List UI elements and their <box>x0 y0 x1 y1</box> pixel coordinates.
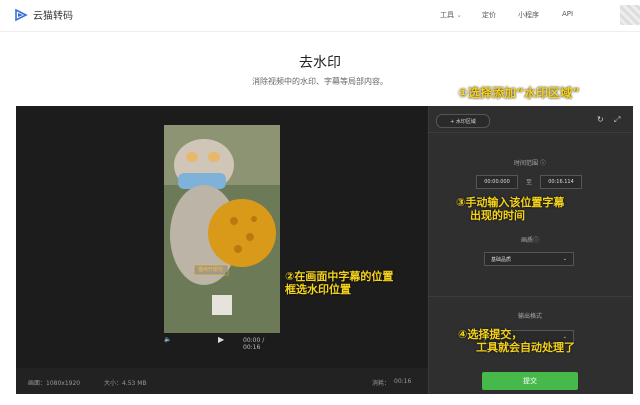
section-divider <box>428 132 632 133</box>
annotation-4: ④选择提交， 工具就会自动处理了 <box>458 328 575 355</box>
chevron-down-icon: ⌄ <box>562 256 567 262</box>
submit-button[interactable]: 提交 <box>482 372 578 390</box>
video-thumbnail <box>164 125 280 333</box>
output-format-label: 输出格式 <box>517 313 542 320</box>
logo-icon <box>15 8 28 21</box>
cost-value: 00:16 <box>394 378 412 385</box>
bottom-bar: 画面：1080x1920 大小：4.53 MB 消耗： 00:16 <box>16 368 428 394</box>
video-caption: 猫咪开眼啦 <box>198 267 224 273</box>
annotation-3: ③手动输入该位置字幕 出现的时间 <box>456 196 565 223</box>
resolution-info: 画面：1080x1920 <box>28 380 81 387</box>
logo-text: 云猫转码 <box>33 11 73 22</box>
play-icon[interactable]: ▶ <box>218 335 224 344</box>
avatar[interactable] <box>620 5 640 25</box>
fullscreen-icon[interactable]: ⤢ <box>614 115 620 125</box>
page-title: 去水印 <box>299 55 341 71</box>
annotation-1: ①选择添加“水印区域” <box>458 86 580 100</box>
nav-api[interactable]: API <box>562 10 573 18</box>
nav-pricing[interactable]: 定价 <box>482 10 496 20</box>
nav-tools[interactable]: 工具 ⌄ <box>440 10 462 20</box>
start-time-input[interactable]: 00:00.000 <box>476 175 518 189</box>
nav-miniprogram[interactable]: 小程序 <box>518 10 539 20</box>
header-divider <box>0 31 640 32</box>
video-frame[interactable]: 猫咪开眼啦 <box>164 125 280 333</box>
info-icon: ⓘ <box>539 160 546 167</box>
refresh-icon[interactable]: ↻ <box>597 115 604 124</box>
section-divider <box>428 296 632 297</box>
logo[interactable]: 云猫转码 <box>14 7 73 22</box>
volume-icon[interactable]: 🔈 <box>164 336 171 343</box>
add-watermark-area-button[interactable]: + 水印区域 <box>436 114 490 128</box>
chevron-down-icon: ⌄ <box>456 11 463 19</box>
quality-label: 画质ⓘ <box>520 237 540 244</box>
end-time-input[interactable]: 00:16.114 <box>540 175 582 189</box>
size-info: 大小：4.53 MB <box>104 380 147 387</box>
quality-select[interactable]: 基础品质 ⌄ <box>484 252 574 266</box>
info-icon: ⓘ <box>533 237 540 244</box>
time-display: 00:00 / 00:16 <box>243 337 265 351</box>
player-controls: 🔈 ▶ 00:00 / 00:16 <box>164 335 280 351</box>
cost-label: 消耗： <box>372 380 391 387</box>
annotation-2: ②在画面中字幕的位置 框选水印位置 <box>285 270 394 297</box>
to-label: 至 <box>526 179 533 186</box>
time-range-label: 时间范围 ⓘ <box>514 160 546 167</box>
